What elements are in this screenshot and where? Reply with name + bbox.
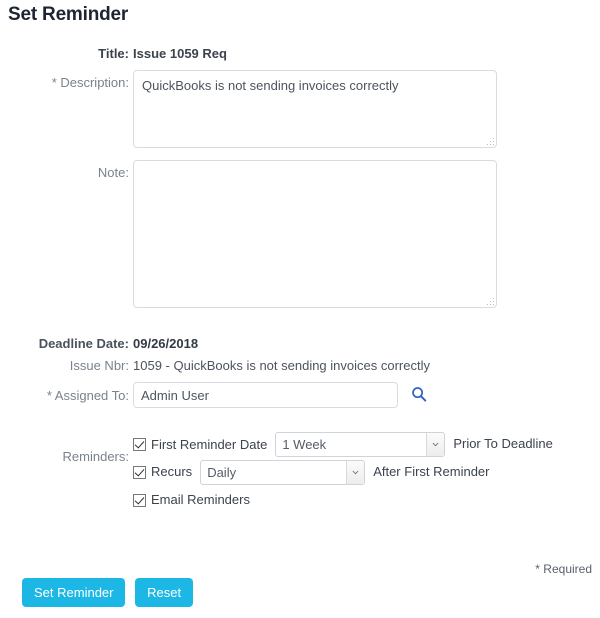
reminders-row: Reminders: First Reminder Date 1 Week Pr…: [0, 430, 600, 510]
first-reminder-label: First Reminder Date: [151, 436, 268, 452]
recurs-select[interactable]: Daily: [200, 459, 366, 485]
note-field-wrap: [133, 160, 600, 312]
issue-number-label: Issue Nbr:: [69, 358, 129, 373]
title-value: Issue 1059 Req: [133, 46, 227, 61]
reminders-controls: First Reminder Date 1 Week Prior To Dead…: [133, 430, 600, 510]
note-label: Note:: [97, 165, 129, 180]
email-reminders-label: Email Reminders: [151, 492, 250, 507]
reset-button[interactable]: Reset: [135, 578, 194, 607]
description-label: * Description:: [51, 75, 129, 90]
description-row: * Description:: [0, 70, 600, 152]
recurs-suffix: After First Reminder: [373, 464, 490, 479]
issue-number-row: Issue Nbr: 1059 - QuickBooks is not send…: [0, 358, 600, 374]
assigned-to-input[interactable]: [133, 382, 398, 408]
email-reminders-line: Email Reminders: [133, 490, 600, 510]
description-field-wrap: [133, 70, 600, 152]
reminders-label: Reminders:: [62, 449, 129, 464]
recurs-select-wrap: Daily: [200, 459, 366, 485]
first-reminder-suffix: Prior To Deadline: [453, 436, 553, 451]
note-row: Note:: [0, 160, 600, 312]
set-reminder-form: Title: Issue 1059 Req * Description: Not…: [0, 46, 600, 510]
assigned-to-label: * Assigned To:: [46, 388, 129, 403]
first-reminder-select[interactable]: 1 Week: [275, 431, 446, 457]
deadline-date-label: Deadline Date:: [38, 336, 129, 351]
recurs-checkbox[interactable]: [133, 465, 146, 479]
first-reminder-select-wrap: 1 Week: [275, 431, 446, 457]
assigned-to-row: * Assigned To:: [0, 382, 600, 408]
note-input[interactable]: [133, 160, 497, 308]
set-reminder-button[interactable]: Set Reminder: [22, 578, 126, 607]
assigned-to-field-wrap: [133, 382, 600, 408]
deadline-date-row: Deadline Date: 09/26/2018: [0, 336, 600, 352]
page-title: Set Reminder: [8, 4, 129, 25]
first-reminder-checkbox[interactable]: [133, 437, 146, 451]
recurs-label: Recurs: [151, 464, 193, 479]
description-input[interactable]: [133, 70, 497, 148]
title-row: Title: Issue 1059 Req: [0, 46, 600, 68]
first-reminder-line: First Reminder Date 1 Week Prior To Dead…: [133, 430, 600, 458]
email-reminders-checkbox[interactable]: [133, 493, 146, 507]
recurs-line: Recurs Daily After First Reminder: [133, 458, 600, 486]
issue-number-value: 1059 - QuickBooks is not sending invoice…: [133, 358, 430, 373]
search-icon[interactable]: [411, 386, 427, 404]
deadline-date-value: 09/26/2018: [133, 336, 199, 351]
required-note: * Required: [535, 562, 592, 576]
title-label: Title:: [98, 46, 129, 61]
button-bar: Set Reminder Reset: [22, 578, 199, 607]
